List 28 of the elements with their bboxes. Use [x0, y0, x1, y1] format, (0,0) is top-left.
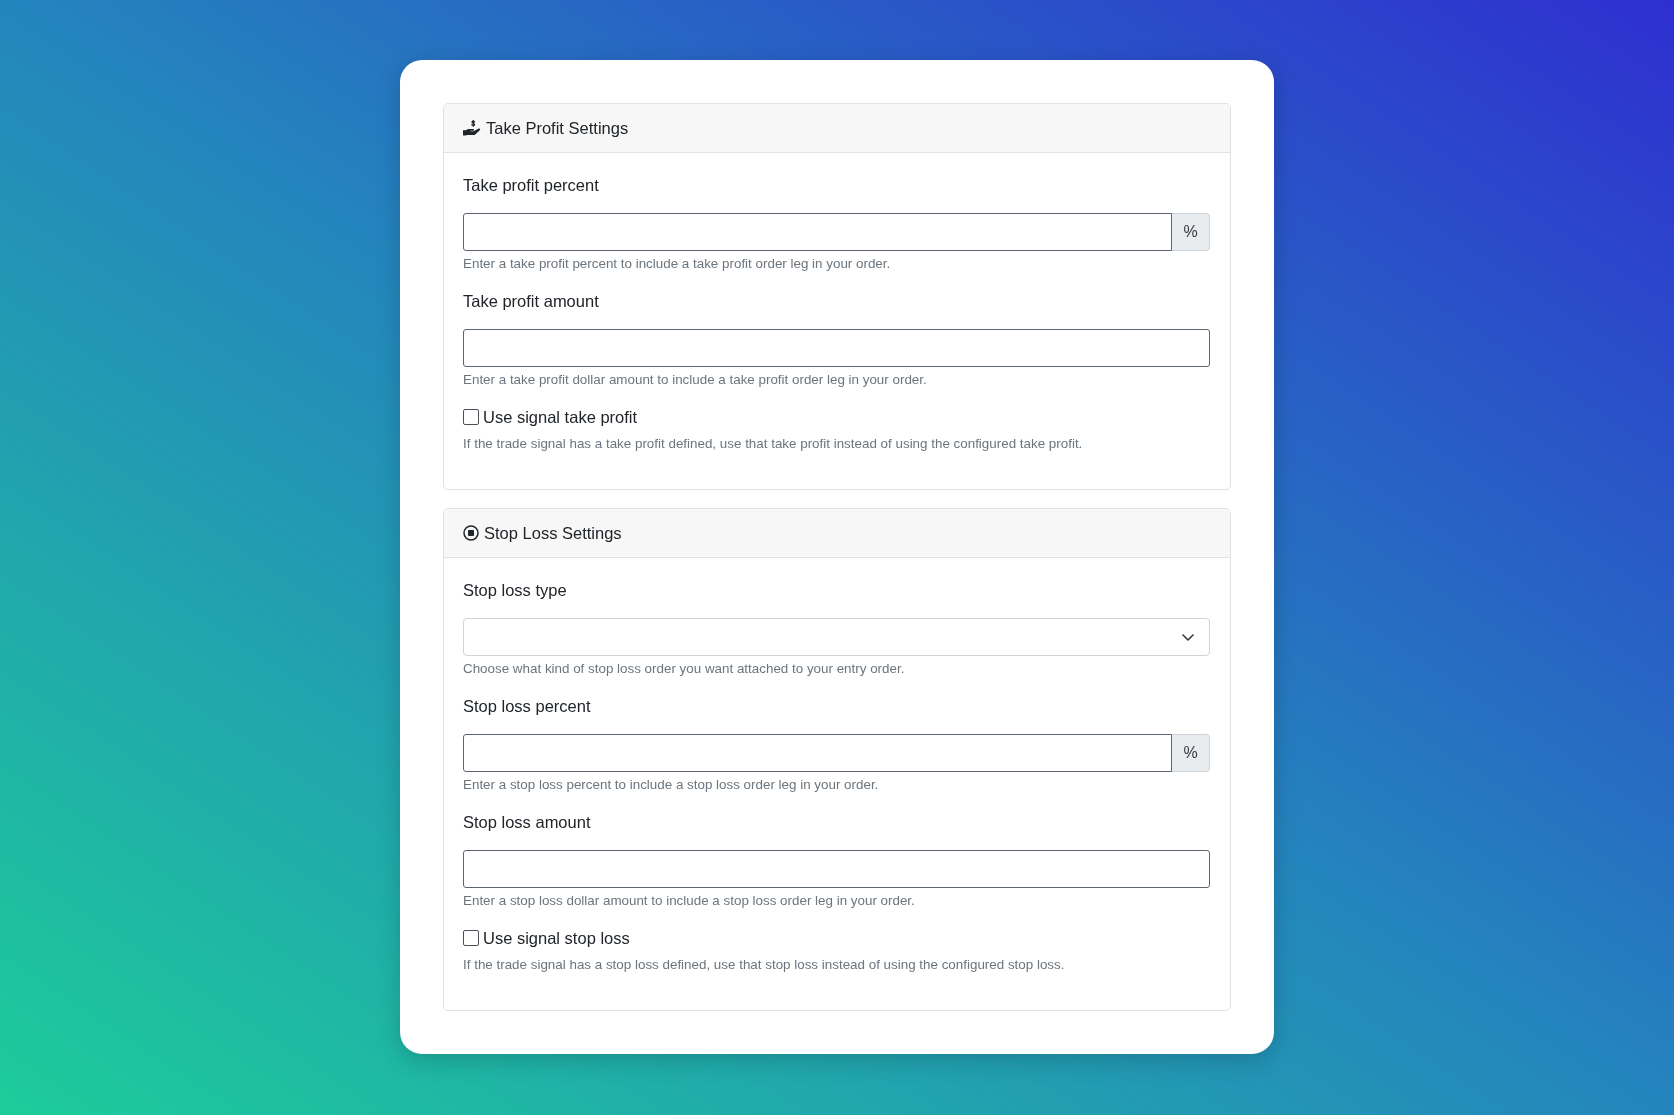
field-label: Take profit amount: [463, 291, 599, 312]
select-field[interactable]: [463, 618, 1210, 656]
panel-title: Take Profit Settings: [486, 118, 629, 139]
help-text: Enter a stop loss percent to include a stop loss order leg in your order.: [463, 776, 879, 793]
stop-circle-icon: [463, 525, 479, 541]
field-label: Stop loss amount: [463, 812, 591, 833]
help-text: Enter a take profit dollar amount to include a take profit order leg in your order.: [463, 371, 927, 388]
checkbox[interactable]: [463, 409, 479, 425]
field-label: Stop loss type: [463, 580, 567, 601]
percent-addon: %: [1172, 734, 1210, 772]
checkbox[interactable]: [463, 930, 479, 946]
input-field[interactable]: [463, 850, 1210, 888]
field-label: Stop loss percent: [463, 696, 591, 717]
input-field[interactable]: [463, 329, 1210, 367]
field-label: Take profit percent: [463, 175, 599, 196]
chevron-down-icon: [1182, 633, 1194, 641]
help-text: If the trade signal has a take profit defined, use that take profit instead of using the configured take profit.: [463, 435, 1083, 452]
percent-addon: %: [1172, 213, 1210, 251]
help-text: Enter a take profit percent to include a take profit order leg in your order.: [463, 255, 891, 272]
input-field[interactable]: [463, 734, 1172, 772]
checkbox-label[interactable]: Use signal stop loss: [483, 926, 630, 950]
hand-dollar-icon: [463, 120, 481, 136]
input-field[interactable]: [463, 213, 1172, 251]
help-text: If the trade signal has a stop loss defined, use that stop loss instead of using the configured stop loss.: [463, 956, 1065, 973]
help-text: Enter a stop loss dollar amount to include a stop loss order leg in your order.: [463, 892, 915, 909]
help-text: Choose what kind of stop loss order you want attached to your entry order.: [463, 660, 905, 677]
panel-title: Stop Loss Settings: [484, 523, 622, 544]
checkbox-label[interactable]: Use signal take profit: [483, 405, 638, 429]
